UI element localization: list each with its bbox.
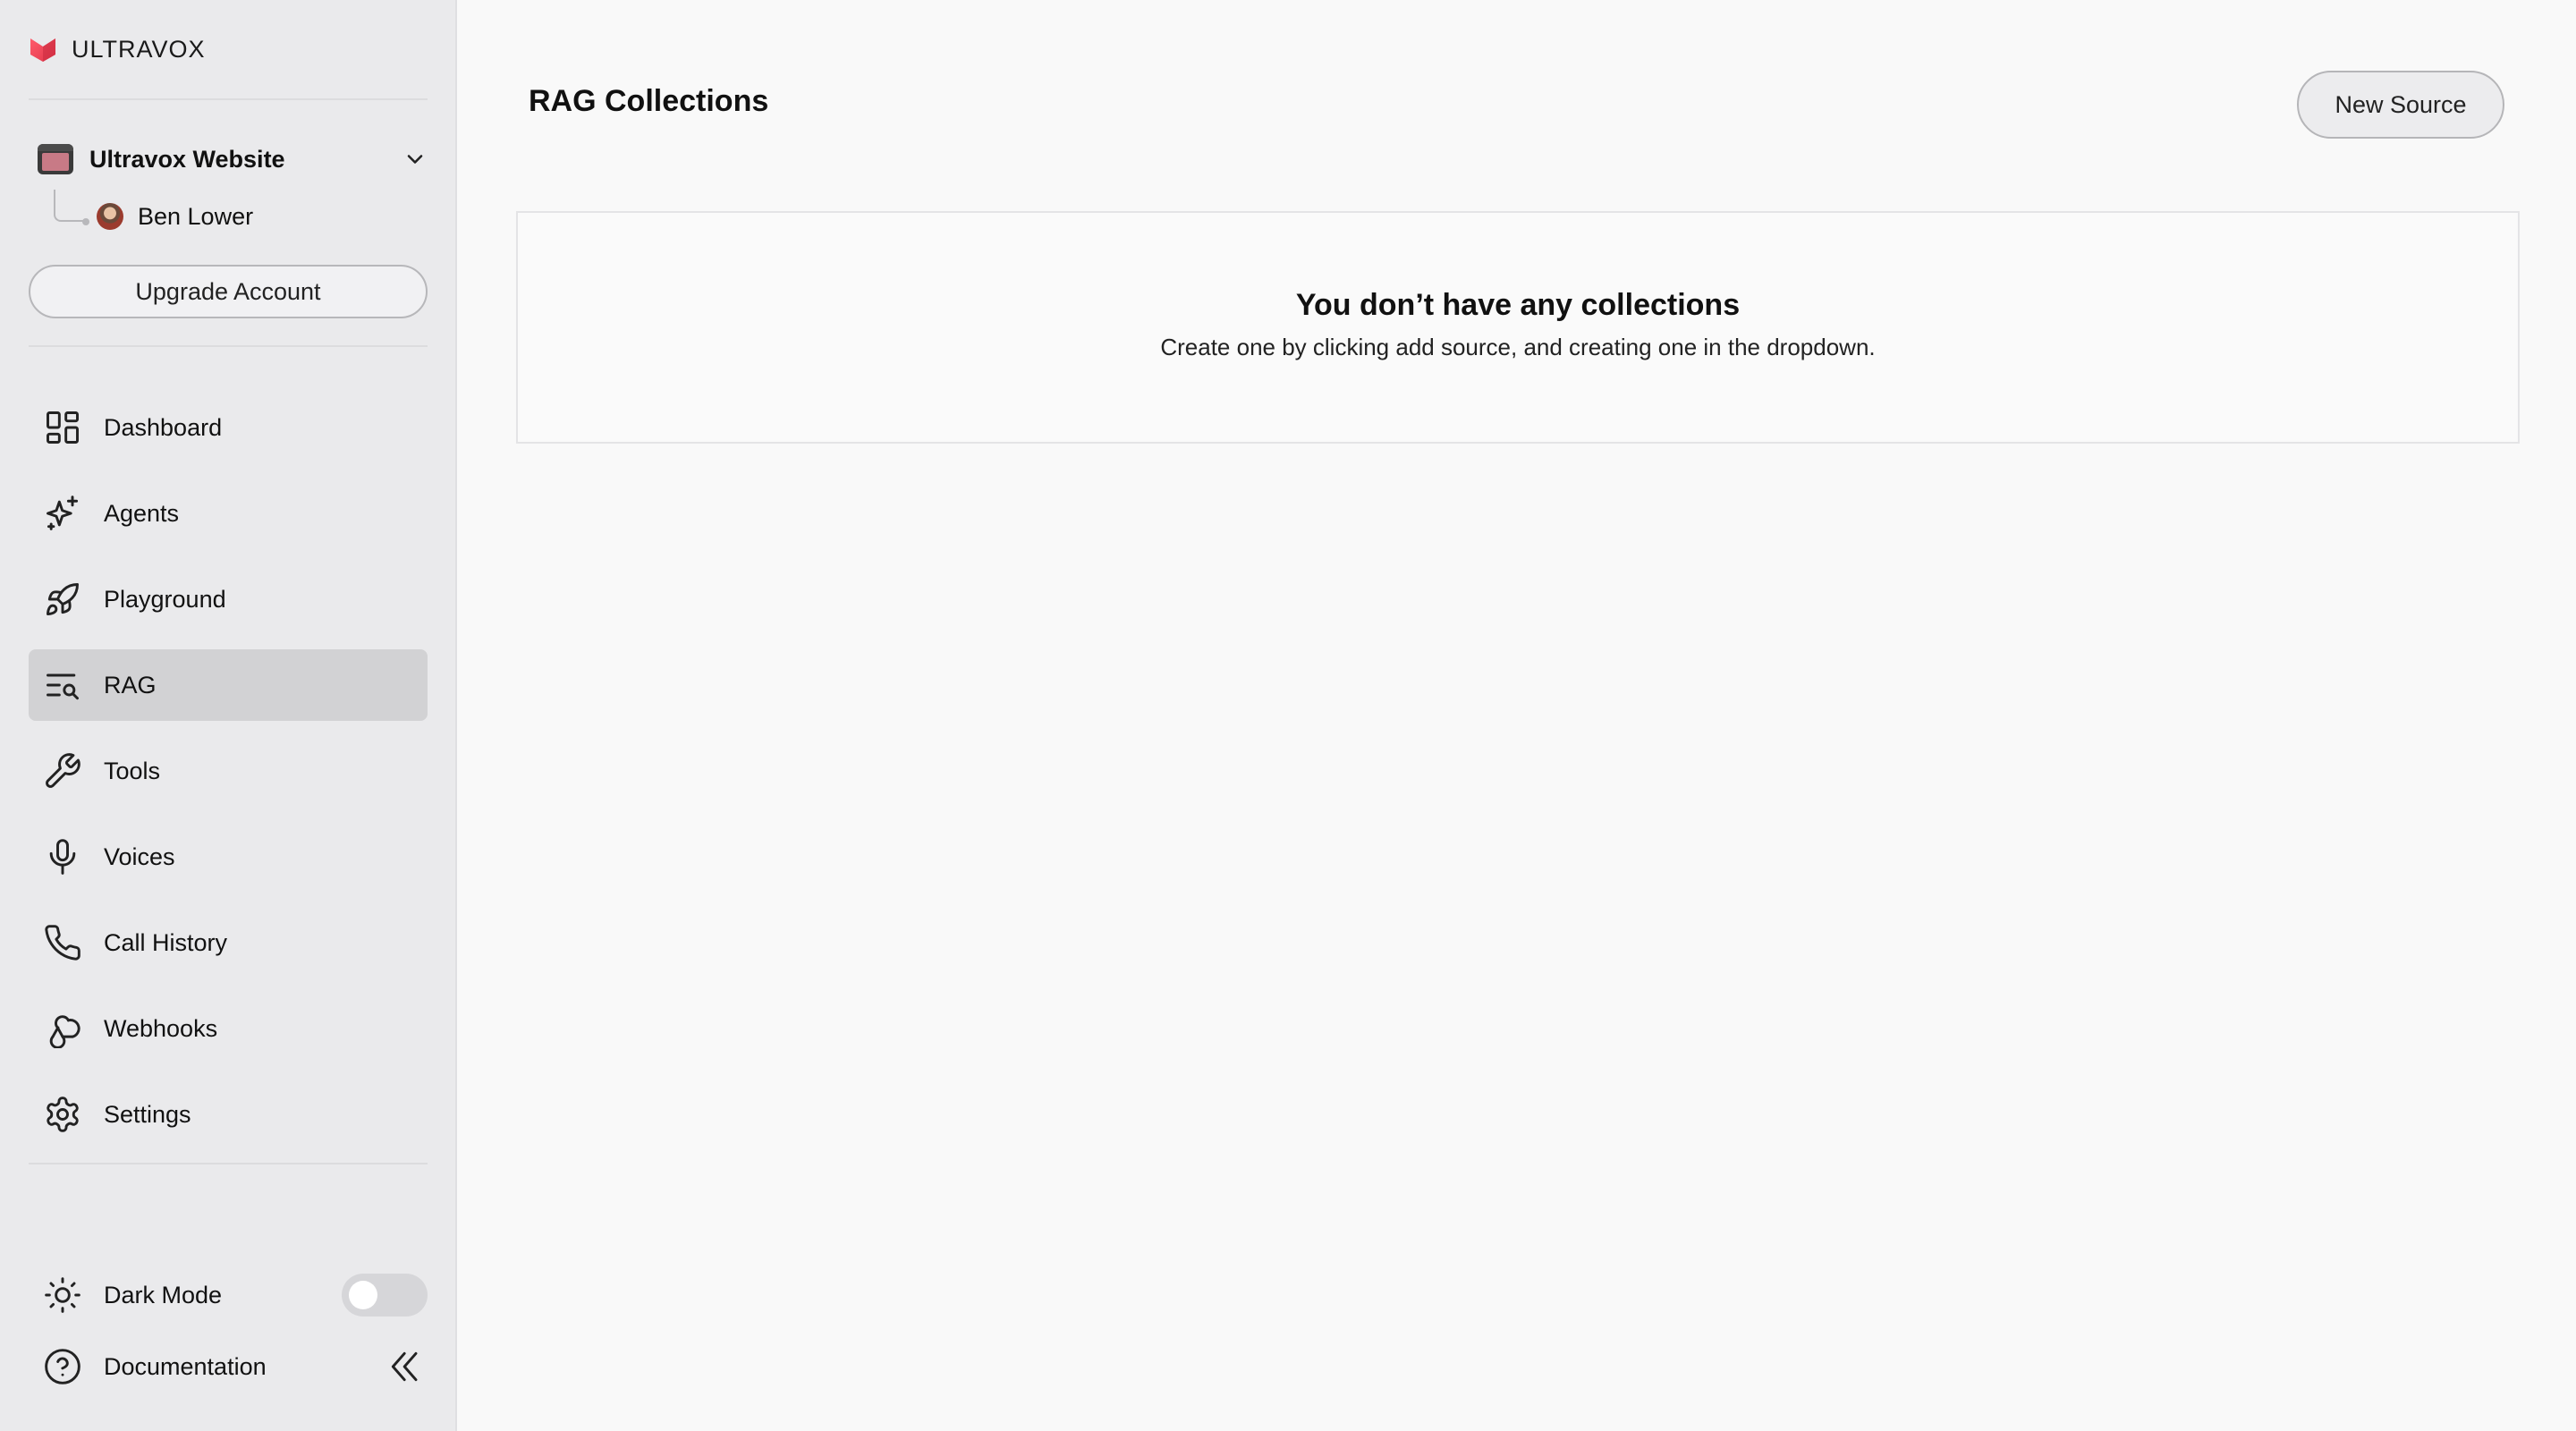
sparkles-icon	[47, 495, 79, 530]
chevron-down-icon[interactable]	[402, 147, 428, 172]
sidebar-item-voices[interactable]: Voices	[29, 821, 428, 893]
empty-state-subtitle: Create one by clicking add source, and c…	[1160, 334, 1876, 360]
brand-name: ULTRAVOX	[72, 35, 206, 63]
help-circle-icon	[45, 1349, 80, 1384]
user-row[interactable]: Ben Lower	[54, 190, 254, 234]
upgrade-account-button[interactable]: Upgrade Account	[29, 265, 428, 318]
org-avatar-icon	[38, 144, 73, 174]
sidebar-item-label: Call History	[104, 928, 228, 956]
microphone-icon	[49, 839, 76, 875]
sun-icon	[45, 1277, 80, 1313]
dark-mode-toggle[interactable]	[342, 1274, 428, 1317]
dark-mode-label: Dark Mode	[104, 1281, 223, 1308]
user-name: Ben Lower	[138, 202, 254, 230]
page-title: RAG Collections	[529, 84, 769, 118]
org-name: Ultravox Website	[89, 145, 285, 173]
sidebar-item-label: Webhooks	[104, 1014, 218, 1042]
sidebar: ULTRAVOX Ultravox Website Ben Lower Upgr…	[0, 0, 457, 1431]
ultravox-logo-icon	[30, 38, 55, 62]
sidebar-item-label: Voices	[104, 843, 175, 870]
dashboard-icon	[47, 411, 79, 444]
documentation-link[interactable]: Documentation	[43, 1347, 267, 1386]
new-source-button[interactable]: New Source	[2297, 71, 2504, 139]
sidebar-item-webhooks[interactable]: Webhooks	[29, 993, 428, 1064]
sidebar-divider	[29, 345, 428, 347]
sidebar-item-settings[interactable]: Settings	[29, 1079, 428, 1150]
brand[interactable]: ULTRAVOX	[29, 32, 206, 66]
sidebar-item-agents[interactable]: Agents	[29, 478, 428, 549]
toggle-knob	[349, 1281, 377, 1309]
empty-state-card: You don’t have any collections Create on…	[516, 211, 2520, 444]
sidebar-nav: Dashboard Agents Playground RAG Tools Vo…	[29, 392, 428, 1164]
empty-state-title: You don’t have any collections	[1295, 288, 1741, 322]
sidebar-item-rag[interactable]: RAG	[29, 649, 428, 721]
sidebar-item-playground[interactable]: Playground	[29, 563, 428, 635]
phone-icon	[45, 925, 80, 961]
rocket-icon	[47, 583, 79, 615]
sidebar-item-dashboard[interactable]: Dashboard	[29, 392, 428, 463]
sidebar-item-call-history[interactable]: Call History	[29, 907, 428, 978]
sidebar-item-label: Playground	[104, 585, 226, 613]
org-switcher[interactable]: Ultravox Website	[38, 141, 428, 177]
dark-mode-row: Dark Mode	[43, 1275, 222, 1315]
webhook-icon	[49, 1015, 80, 1048]
sidebar-item-label: Agents	[104, 499, 180, 527]
sidebar-item-label: Tools	[104, 757, 161, 784]
sidebar-item-label: Settings	[104, 1100, 191, 1128]
rag-search-icon	[47, 673, 79, 700]
sidebar-divider	[29, 98, 428, 100]
sidebar-item-label: RAG	[104, 671, 157, 699]
gear-icon	[47, 1097, 79, 1132]
tree-connector	[54, 190, 89, 225]
sidebar-divider	[29, 1163, 428, 1164]
collapse-sidebar-icon[interactable]	[386, 1347, 426, 1386]
wrench-icon	[46, 753, 80, 788]
app: ULTRAVOX Ultravox Website Ben Lower Upgr…	[0, 0, 2576, 1431]
avatar	[97, 203, 123, 230]
main-content: RAG Collections New Source You don’t hav…	[457, 0, 2576, 1431]
sidebar-item-label: Dashboard	[104, 413, 223, 441]
documentation-label: Documentation	[104, 1352, 267, 1380]
sidebar-item-tools[interactable]: Tools	[29, 735, 428, 807]
